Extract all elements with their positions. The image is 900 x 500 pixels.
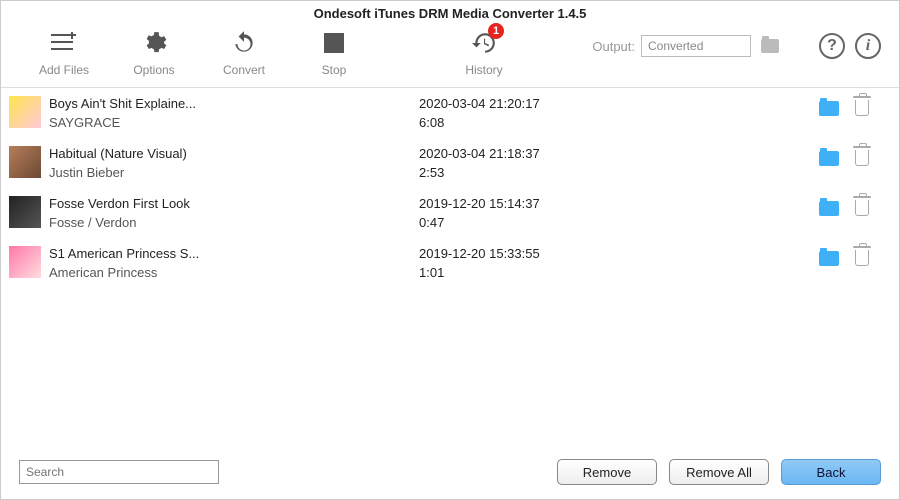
thumbnail [9, 96, 41, 128]
delete-button[interactable] [855, 200, 869, 216]
item-duration: 1:01 [419, 265, 819, 280]
delete-button[interactable] [855, 250, 869, 266]
delete-button[interactable] [855, 100, 869, 116]
remove-all-button[interactable]: Remove All [669, 459, 769, 485]
output-label: Output: [592, 39, 635, 54]
browse-folder-button[interactable] [761, 39, 779, 53]
item-title: Boys Ain't Shit Explaine... [49, 96, 419, 111]
output-path-input[interactable] [641, 35, 751, 57]
history-label: History [465, 63, 502, 77]
open-folder-button[interactable] [819, 201, 839, 216]
add-files-label: Add Files [39, 63, 89, 77]
window-title: Ondesoft iTunes DRM Media Converter 1.4.… [1, 1, 899, 23]
item-duration: 2:53 [419, 165, 819, 180]
media-list: Boys Ain't Shit Explaine... SAYGRACE 202… [1, 88, 899, 449]
history-icon: 1 [470, 27, 498, 59]
remove-button[interactable]: Remove [557, 459, 657, 485]
item-timestamp: 2020-03-04 21:20:17 [419, 96, 819, 111]
options-label: Options [133, 63, 174, 77]
open-folder-button[interactable] [819, 151, 839, 166]
convert-icon [231, 27, 257, 59]
open-folder-button[interactable] [819, 101, 839, 116]
item-subtitle: American Princess [49, 265, 419, 280]
convert-label: Convert [223, 63, 265, 77]
help-button[interactable]: ? [819, 33, 845, 59]
convert-button[interactable]: Convert [199, 27, 289, 77]
add-files-button[interactable]: Add Files [19, 27, 109, 77]
options-button[interactable]: Options [109, 27, 199, 77]
history-badge: 1 [488, 23, 504, 39]
item-timestamp: 2019-12-20 15:14:37 [419, 196, 819, 211]
item-timestamp: 2020-03-04 21:18:37 [419, 146, 819, 161]
list-item[interactable]: Boys Ain't Shit Explaine... SAYGRACE 202… [1, 88, 899, 138]
thumbnail [9, 146, 41, 178]
search-input[interactable] [19, 460, 219, 484]
item-title: Habitual (Nature Visual) [49, 146, 419, 161]
stop-icon [324, 27, 344, 59]
item-duration: 6:08 [419, 115, 819, 130]
stop-label: Stop [322, 63, 347, 77]
add-files-icon [51, 27, 77, 59]
list-item[interactable]: S1 American Princess S... American Princ… [1, 238, 899, 288]
stop-button[interactable]: Stop [289, 27, 379, 77]
list-item[interactable]: Habitual (Nature Visual) Justin Bieber 2… [1, 138, 899, 188]
back-button[interactable]: Back [781, 459, 881, 485]
item-title: S1 American Princess S... [49, 246, 419, 261]
thumbnail [9, 246, 41, 278]
gear-icon [141, 27, 167, 59]
thumbnail [9, 196, 41, 228]
item-duration: 0:47 [419, 215, 819, 230]
item-subtitle: SAYGRACE [49, 115, 419, 130]
history-button[interactable]: 1 History [439, 27, 529, 77]
footer: Remove Remove All Back [1, 449, 899, 499]
item-timestamp: 2019-12-20 15:33:55 [419, 246, 819, 261]
toolbar: Add Files Options Convert Stop 1 History… [1, 23, 899, 88]
output-group: Output: [592, 35, 779, 57]
list-item[interactable]: Fosse Verdon First Look Fosse / Verdon 2… [1, 188, 899, 238]
open-folder-button[interactable] [819, 251, 839, 266]
item-title: Fosse Verdon First Look [49, 196, 419, 211]
item-subtitle: Fosse / Verdon [49, 215, 419, 230]
delete-button[interactable] [855, 150, 869, 166]
item-subtitle: Justin Bieber [49, 165, 419, 180]
info-button[interactable]: i [855, 33, 881, 59]
